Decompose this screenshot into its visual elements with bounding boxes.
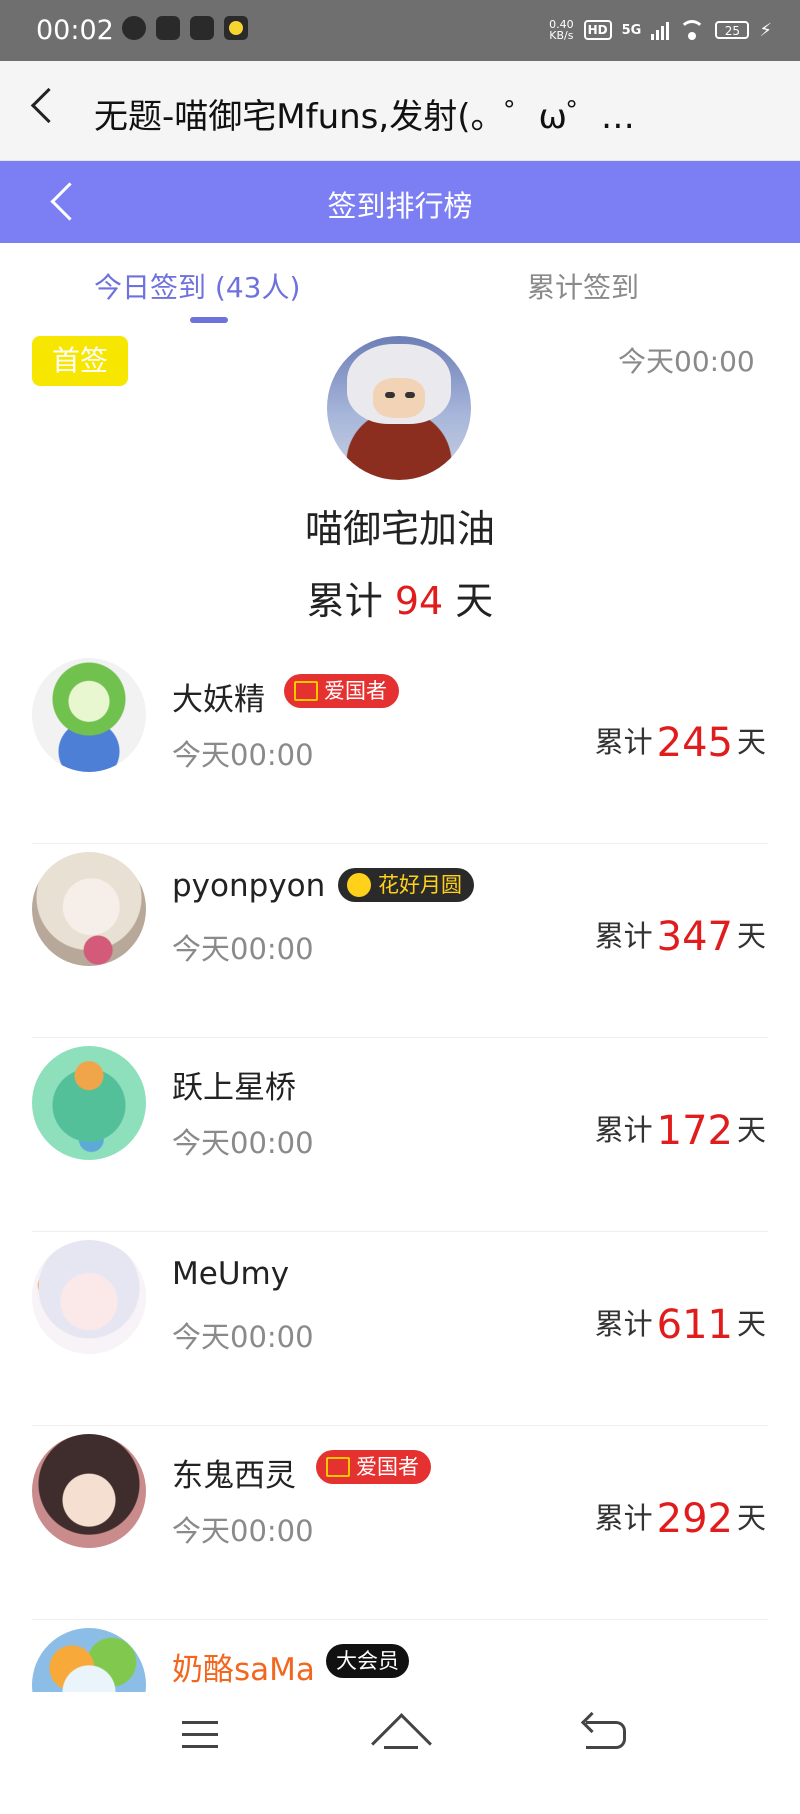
user-name[interactable]: 奶酪saMa: [172, 1644, 315, 1689]
days-unit: 天: [736, 919, 766, 953]
checkin-time: 今天00:00: [172, 738, 314, 772]
moon-badge: 花好月圆: [338, 868, 474, 902]
battery-icon: 25: [715, 21, 750, 39]
first-checkin-time: 今天00:00: [618, 345, 755, 378]
total-days: 累计 292 天: [595, 1496, 766, 1542]
first-user-name[interactable]: 喵御宅加油: [0, 498, 800, 553]
mail-icon: [190, 16, 214, 40]
user-avatar[interactable]: [32, 658, 146, 772]
days-unit: 天: [736, 1307, 766, 1341]
first-total-suffix: 天: [455, 579, 494, 623]
first-checkin-badge: 首签: [32, 336, 128, 386]
checkin-time: 今天00:00: [172, 1126, 314, 1160]
list-item[interactable]: pyonpyon 花好月圆 今天00:00 累计 347 天: [0, 844, 800, 1038]
total-days: 累计 611 天: [595, 1302, 766, 1348]
days-count: 347: [656, 914, 733, 960]
tab-total-checkin[interactable]: 累计签到: [527, 266, 639, 306]
list-item[interactable]: 跃上星桥 今天00:00 累计 172 天: [0, 1038, 800, 1232]
net-speed-unit: KB/s: [549, 29, 574, 42]
header-title: 签到排行榜: [327, 189, 473, 223]
user-name[interactable]: 跃上星桥: [172, 1062, 296, 1107]
browser-title-bar: 无题-喵御宅Mfuns,发射(。゜ω゜…: [0, 61, 800, 161]
patriot-badge: 爱国者: [316, 1450, 431, 1484]
total-days: 累计 172 天: [595, 1108, 766, 1154]
days-unit: 天: [736, 1113, 766, 1147]
list-item[interactable]: MeUmy 今天00:00 累计 611 天: [0, 1232, 800, 1426]
user-avatar[interactable]: [32, 1240, 146, 1354]
total-days: 累计 245 天: [595, 720, 766, 766]
system-nav-bar: [0, 1692, 800, 1784]
days-count: 292: [656, 1496, 733, 1542]
net-speed: 0.40 KB/s: [549, 19, 574, 41]
status-time: 00:02: [36, 15, 114, 46]
user-name[interactable]: pyonpyon: [172, 868, 325, 904]
user-name[interactable]: MeUmy: [172, 1256, 289, 1292]
tab-today-checkin[interactable]: 今日签到 (43人): [94, 266, 300, 306]
home-icon[interactable]: [371, 1713, 432, 1774]
network-type: 5G: [621, 22, 642, 38]
charging-icon: ⚡: [759, 19, 772, 41]
signal-icon: [651, 20, 670, 40]
battery-level: 25: [724, 24, 740, 38]
list-item[interactable]: 东鬼西灵 爱国者 今天00:00 累计 292 天: [0, 1426, 800, 1620]
browser-back-icon[interactable]: [30, 87, 67, 124]
user-name[interactable]: 东鬼西灵: [172, 1450, 296, 1495]
checkin-time: 今天00:00: [172, 932, 314, 966]
list-item[interactable]: 大妖精 爱国者 今天00:00 累计 245 天: [0, 650, 800, 844]
days-count: 172: [656, 1108, 733, 1154]
app-notification-icon: [224, 16, 248, 40]
page-title: 无题-喵御宅Mfuns,发射(。゜ω゜…: [94, 97, 635, 137]
menu-icon[interactable]: [182, 1721, 218, 1751]
user-avatar[interactable]: [32, 1434, 146, 1548]
tab-bar: 今日签到 (43人) 累计签到: [0, 243, 800, 323]
notification-icons: [122, 16, 248, 44]
total-prefix: 累计: [594, 919, 653, 953]
checkin-time: 今天00:00: [172, 1320, 314, 1354]
days-count: 611: [656, 1302, 733, 1348]
first-user-avatar[interactable]: [327, 336, 471, 480]
days-unit: 天: [736, 725, 766, 759]
status-right: 0.40 KB/s HD 5G 25 ⚡: [549, 14, 772, 46]
ranking-header: 签到排行榜: [0, 161, 800, 243]
total-prefix: 累计: [594, 1501, 653, 1535]
patriot-badge: 爱国者: [284, 674, 399, 708]
total-prefix: 累计: [594, 725, 653, 759]
first-total-prefix: 累计: [306, 579, 383, 623]
hd-icon: HD: [583, 20, 612, 40]
user-avatar[interactable]: [32, 852, 146, 966]
compass-icon: [122, 16, 146, 40]
checkin-time: 今天00:00: [172, 1514, 314, 1548]
wifi-icon: [679, 20, 706, 40]
status-bar: 00:02 0.40 KB/s HD 5G 25 ⚡: [0, 0, 800, 61]
back-icon[interactable]: [586, 1721, 626, 1749]
first-total-days: 94: [394, 579, 444, 623]
total-days: 累计 347 天: [595, 914, 766, 960]
first-user-total: 累计 94 天: [0, 570, 800, 625]
days-unit: 天: [736, 1501, 766, 1535]
user-avatar[interactable]: [32, 1046, 146, 1160]
user-name[interactable]: 大妖精: [172, 674, 265, 719]
vip-badge: 大会员: [326, 1644, 409, 1678]
total-prefix: 累计: [594, 1113, 653, 1147]
active-tab-indicator: [190, 317, 228, 323]
days-count: 245: [656, 720, 733, 766]
card-icon: [156, 16, 180, 40]
total-prefix: 累计: [594, 1307, 653, 1341]
